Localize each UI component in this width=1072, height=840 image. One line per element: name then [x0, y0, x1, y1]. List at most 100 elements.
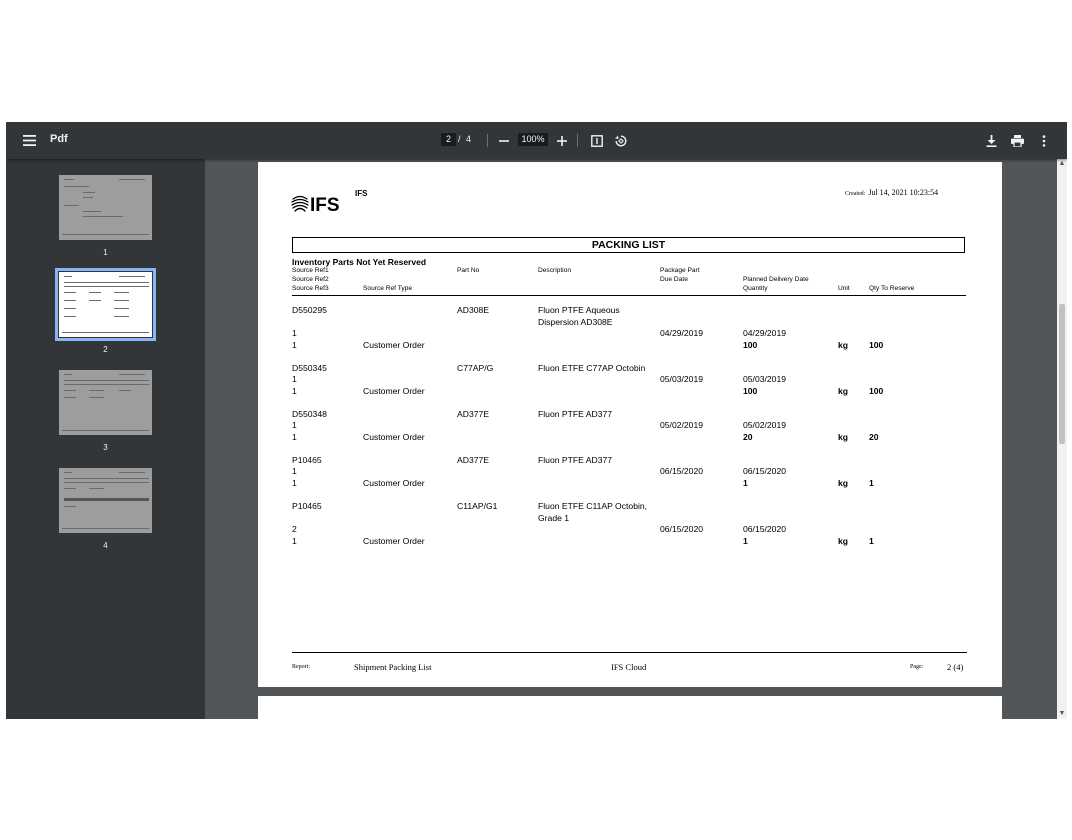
footer-page-label: Page:: [910, 664, 924, 670]
row-planned-date: 05/03/2019: [743, 374, 787, 384]
row-source-ref-type: Customer Order: [363, 478, 425, 488]
fit-to-page-button[interactable]: [589, 122, 605, 159]
footer-report-label: Report:: [292, 664, 310, 670]
thumbnail-sidebar: 1 2 3 4: [6, 159, 205, 719]
row-source-ref1: P10465: [292, 455, 322, 465]
row-source-ref2: 2: [292, 524, 297, 534]
row-description: Fluon PTFE AD377: [538, 409, 613, 419]
page-thumbnail-2[interactable]: [55, 268, 156, 341]
row-source-ref3: 1: [292, 386, 297, 396]
row-source-ref3: 1: [292, 340, 297, 350]
row-source-ref2: 1: [292, 328, 297, 338]
menu-button[interactable]: [16, 122, 42, 159]
row-quantity: 1: [743, 536, 748, 546]
row-qty-to-reserve: 1: [869, 536, 874, 546]
header-planned-delivery-date: Planned Delivery Date: [743, 276, 809, 283]
pdf-page-next: [258, 696, 1002, 719]
row-quantity: 100: [743, 386, 758, 396]
ifs-logo: IFS: [291, 195, 340, 216]
row-quantity: 100: [743, 340, 758, 350]
row-source-ref2: 1: [292, 420, 297, 430]
header-description: Description: [538, 267, 571, 274]
row-description: Fluon ETFE C11AP Octobin,: [538, 501, 648, 511]
row-due-date: 06/15/2020: [660, 524, 704, 534]
more-actions-button[interactable]: [1036, 122, 1052, 159]
row-part-no: AD308E: [457, 305, 490, 315]
thumbnail-label: 4: [103, 541, 108, 550]
row-planned-date: 06/15/2020: [743, 524, 787, 534]
row-description: Fluon ETFE C77AP Octobin: [538, 363, 646, 373]
footer-report-name: Shipment Packing List: [354, 662, 432, 672]
row-qty-to-reserve: 100: [869, 386, 884, 396]
row-source-ref1: D550295: [292, 305, 327, 315]
footer-page-value: 2 (4): [947, 662, 964, 672]
zoom-out-button[interactable]: [496, 122, 512, 159]
row-part-no: C11AP/G1: [457, 501, 498, 511]
row-quantity: 1: [743, 478, 748, 488]
row-planned-date: 05/02/2019: [743, 420, 787, 430]
row-qty-to-reserve: 100: [869, 340, 884, 350]
row-source-ref-type: Customer Order: [363, 536, 425, 546]
row-due-date: 04/29/2019: [660, 328, 704, 338]
row-planned-date: 06/15/2020: [743, 466, 787, 476]
row-description-cont: Grade 1: [538, 513, 570, 523]
thumbnail-label: 3: [103, 443, 108, 452]
row-source-ref-type: Customer Order: [363, 386, 425, 396]
footer-product: IFS Cloud: [611, 662, 647, 672]
plus-icon: [557, 135, 567, 146]
hamburger-icon: [22, 135, 36, 146]
row-part-no: AD377E: [457, 455, 490, 465]
row-due-date: 05/03/2019: [660, 374, 704, 384]
header-part-no: Part No: [457, 267, 480, 274]
row-planned-date: 04/29/2019: [743, 328, 787, 338]
print-icon: [1010, 134, 1024, 147]
row-due-date: 05/02/2019: [660, 420, 704, 430]
created-value: Jul 14, 2021 10:23:54: [868, 188, 939, 197]
svg-text:IFS: IFS: [310, 195, 340, 216]
row-source-ref3: 1: [292, 432, 297, 442]
zoom-level-input[interactable]: 100%: [518, 133, 548, 146]
page-thumbnail-1[interactable]: [59, 175, 152, 240]
row-source-ref-type: Customer Order: [363, 340, 425, 350]
toolbar-divider: [577, 134, 578, 147]
row-source-ref-type: Customer Order: [363, 432, 425, 442]
row-source-ref2: 1: [292, 374, 297, 384]
document-title: Pdf: [50, 133, 68, 145]
header-source-ref2: Source Ref2: [292, 276, 329, 283]
rotate-button[interactable]: [613, 122, 629, 159]
row-source-ref3: 1: [292, 536, 297, 546]
thumbnail-label: 1: [103, 248, 108, 257]
footer-divider: [292, 652, 967, 653]
pdf-viewer: Pdf 2 / 4 100% 1 2 3 4 ▲ ▼ IFS IFS Creat…: [6, 122, 1067, 719]
vertical-scrollbar[interactable]: ▲ ▼: [1057, 159, 1067, 719]
row-qty-to-reserve: 1: [869, 478, 874, 488]
header-source-ref3: Source Ref3: [292, 285, 329, 292]
page-thumbnail-4[interactable]: [59, 468, 152, 533]
row-due-date: 06/15/2020: [660, 466, 704, 476]
page-thumbnail-3[interactable]: [59, 370, 152, 435]
row-unit: kg: [838, 478, 849, 488]
page-number-input[interactable]: 2: [441, 133, 456, 146]
scrollbar-thumb[interactable]: [1059, 304, 1065, 444]
header-package-part: Package Part: [660, 267, 700, 274]
download-icon: [986, 134, 996, 147]
thumbnail-label: 2: [103, 345, 108, 354]
report-title: PACKING LIST: [292, 237, 965, 253]
scroll-down-arrow-icon[interactable]: ▼: [1057, 709, 1067, 719]
toolbar-divider: [487, 134, 488, 147]
row-description-cont: Dispersion AD308E: [538, 317, 613, 327]
row-part-no: C77AP/G: [457, 363, 494, 373]
header-quantity: Quantity: [743, 285, 768, 292]
print-button[interactable]: [1008, 122, 1026, 159]
row-unit: kg: [838, 432, 849, 442]
row-unit: kg: [838, 386, 849, 396]
row-source-ref2: 1: [292, 466, 297, 476]
row-unit: kg: [838, 340, 849, 350]
scroll-up-arrow-icon[interactable]: ▲: [1057, 159, 1067, 169]
fit-page-icon: [591, 134, 603, 147]
row-qty-to-reserve: 20: [869, 432, 879, 442]
company-name: IFS: [355, 189, 368, 198]
minus-icon: [499, 139, 509, 142]
zoom-in-button[interactable]: [554, 122, 570, 159]
download-button[interactable]: [982, 122, 1000, 159]
